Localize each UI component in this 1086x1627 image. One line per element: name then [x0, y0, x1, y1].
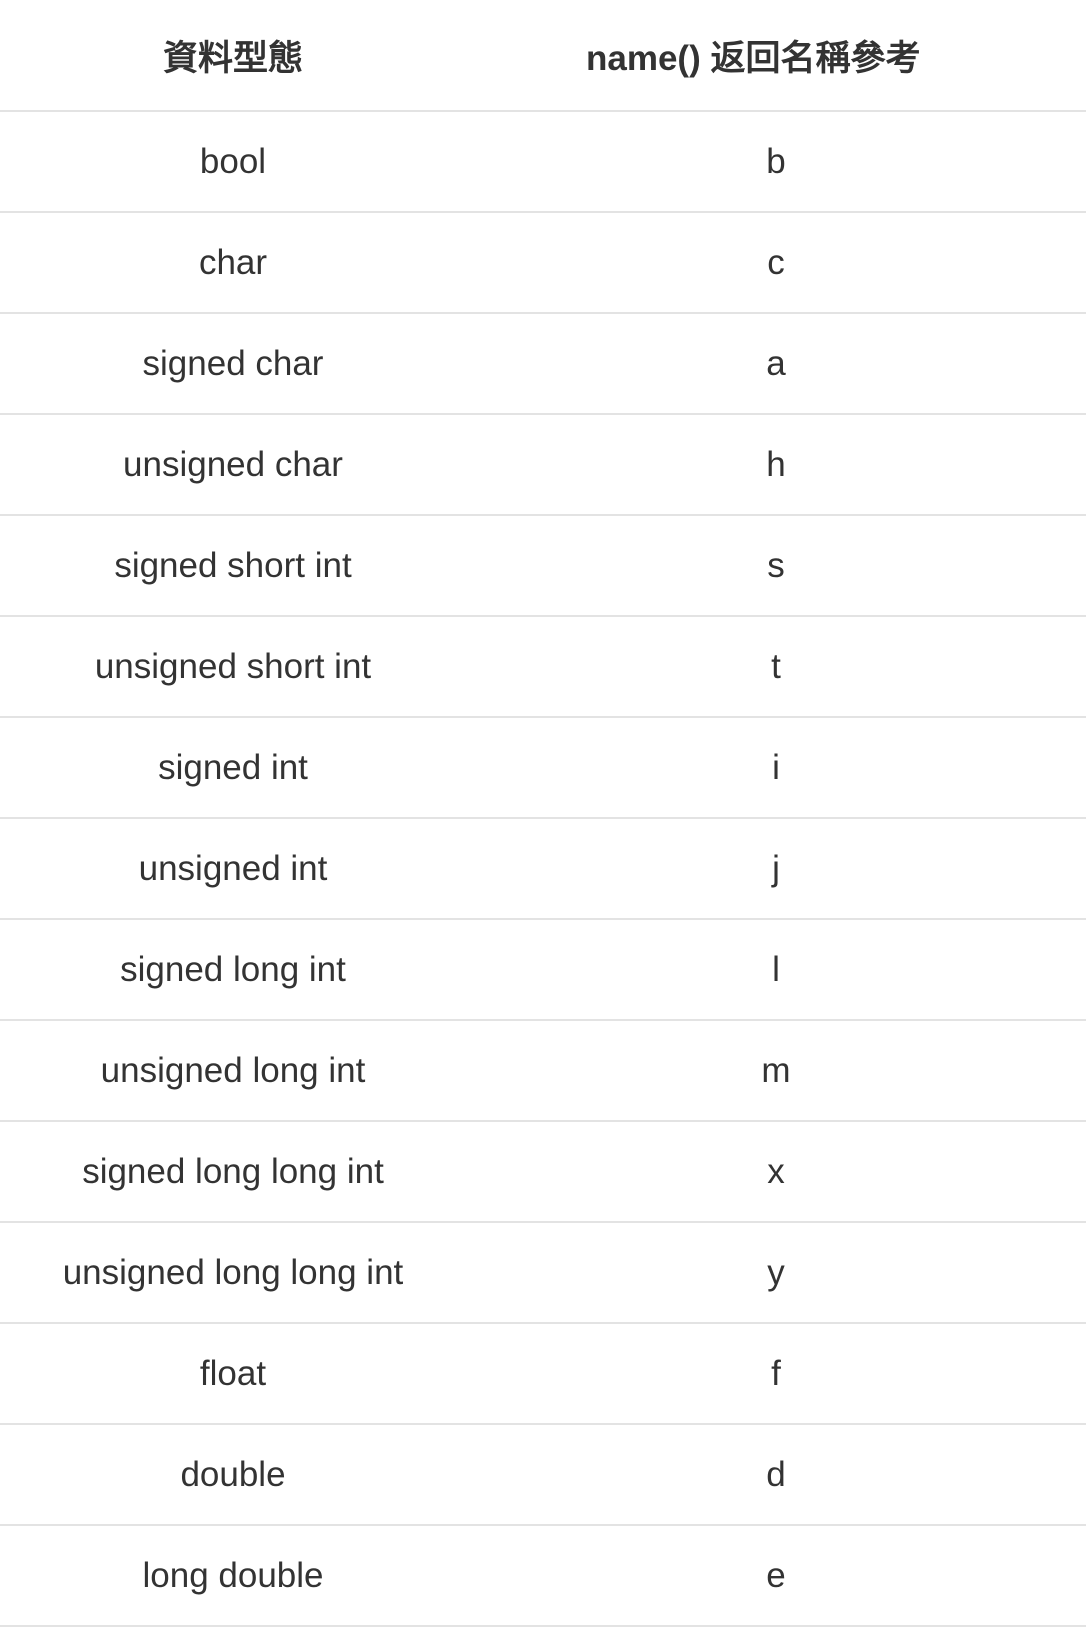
name-code-cell: l	[466, 919, 1086, 1021]
name-code-cell: m	[466, 1020, 1086, 1122]
name-code-cell: j	[466, 818, 1086, 920]
name-code-cell: c	[466, 212, 1086, 314]
data-type-cell: unsigned long int	[0, 1020, 466, 1122]
header-row: 資料型態 name() 返回名稱參考	[0, 0, 1086, 112]
table-row: signed int i	[0, 717, 1086, 819]
table-row: char c	[0, 212, 1086, 314]
name-code-cell: y	[466, 1222, 1086, 1324]
data-type-cell: signed short int	[0, 515, 466, 617]
name-code-cell: s	[466, 515, 1086, 617]
data-type-cell: char	[0, 212, 466, 314]
data-type-cell: unsigned long long int	[0, 1222, 466, 1324]
table-row: double d	[0, 1424, 1086, 1526]
table-row: signed long long int x	[0, 1121, 1086, 1223]
type-name-table: 資料型態 name() 返回名稱參考 bool b char c signed …	[0, 0, 1086, 1627]
table-row: unsigned long long int y	[0, 1222, 1086, 1324]
name-code-cell: b	[466, 111, 1086, 213]
table-row: long double e	[0, 1525, 1086, 1627]
table-header: 資料型態 name() 返回名稱參考	[0, 0, 1086, 112]
name-code-cell: d	[466, 1424, 1086, 1526]
data-type-cell: long double	[0, 1525, 466, 1627]
column-header-data-type: 資料型態	[0, 0, 466, 112]
data-type-cell: signed long long int	[0, 1121, 466, 1223]
table-row: bool b	[0, 111, 1086, 213]
data-type-cell: signed long int	[0, 919, 466, 1021]
data-type-cell: double	[0, 1424, 466, 1526]
table-row: unsigned long int m	[0, 1020, 1086, 1122]
table-row: unsigned int j	[0, 818, 1086, 920]
name-code-cell: i	[466, 717, 1086, 819]
name-code-cell: t	[466, 616, 1086, 718]
name-code-cell: x	[466, 1121, 1086, 1223]
name-code-cell: f	[466, 1323, 1086, 1425]
name-code-cell: h	[466, 414, 1086, 516]
data-type-cell: bool	[0, 111, 466, 213]
name-code-cell: a	[466, 313, 1086, 415]
data-type-cell: float	[0, 1323, 466, 1425]
data-type-cell: signed char	[0, 313, 466, 415]
data-type-cell: unsigned char	[0, 414, 466, 516]
table-row: unsigned short int t	[0, 616, 1086, 718]
table-row: unsigned char h	[0, 414, 1086, 516]
table-row: signed long int l	[0, 919, 1086, 1021]
data-type-cell: unsigned short int	[0, 616, 466, 718]
table-row: float f	[0, 1323, 1086, 1425]
table-body: bool b char c signed char a unsigned cha…	[0, 111, 1086, 1627]
name-code-cell: e	[466, 1525, 1086, 1627]
table-row: signed char a	[0, 313, 1086, 415]
data-type-cell: signed int	[0, 717, 466, 819]
data-type-cell: unsigned int	[0, 818, 466, 920]
table-row: signed short int s	[0, 515, 1086, 617]
column-header-name-return: name() 返回名稱參考	[466, 0, 1086, 112]
